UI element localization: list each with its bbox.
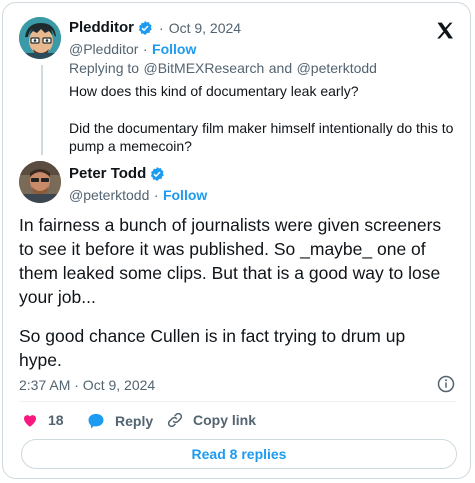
thread-line [41,65,43,155]
read-replies-label: Read 8 replies [191,446,287,462]
parent-text-line1: How does this kind of documentary leak e… [69,83,359,99]
reply-button[interactable]: Reply [86,411,153,431]
main-text-p1-l1: In fairness a bunch of journalists were … [19,215,442,235]
tweet-card: Pledditor · Oct 9, 2024 @Pledditor · Fol… [2,2,471,479]
x-logo-icon[interactable] [435,21,455,41]
peter-todd-avatar[interactable] [19,161,61,203]
verified-badge-icon [151,166,165,181]
main-handle[interactable]: @peterktodd [69,187,149,203]
like-count: 18 [48,412,64,428]
like-button[interactable]: 18 [21,411,64,429]
reply-label: Reply [115,413,154,429]
separator-dot: · [142,41,148,57]
separator-dot: · [159,19,164,36]
parent-header: Pledditor · Oct 9, 2024 [69,19,241,36]
verified-badge-icon [138,20,152,35]
parent-author-name[interactable]: Pledditor [69,19,134,36]
pledditor-avatar[interactable] [19,17,61,59]
parent-text-line3: pump a memecoin? [69,138,192,154]
replying-prefix: Replying to [69,60,140,76]
main-text-p2-l1: So good chance Cullen is in fact trying … [19,326,406,346]
main-text-p1-l2: to see it before it was published. So _m… [19,239,426,259]
replying-and: and [268,60,293,76]
heart-icon [24,415,36,427]
parent-date[interactable]: Oct 9, 2024 [169,20,241,36]
link-icon [167,412,183,428]
separator-dot: · [153,187,159,203]
parent-text-line2: Did the documentary film maker himself i… [69,120,454,136]
reply-to-mention-1[interactable]: @BitMEXResearch [144,60,265,76]
main-text-p2-l2: hype. [19,350,62,370]
copy-link-label: Copy link [193,412,257,428]
info-icon[interactable] [437,375,455,393]
main-text-p1-l4: your job... [19,287,96,307]
read-replies-button[interactable]: Read 8 replies [21,439,457,469]
parent-handle[interactable]: @Pledditor [69,41,138,57]
parent-handle-line: @Pledditor · Follow [69,41,196,59]
parent-follow-button[interactable]: Follow [152,41,196,57]
reply-bubble-icon [88,413,104,429]
main-header: Peter Todd [69,165,165,182]
peter-todd-avatar-art [19,161,61,203]
divider [19,401,456,402]
main-follow-button[interactable]: Follow [163,187,207,203]
reply-to-mention-2[interactable]: @peterktodd [297,60,377,76]
copy-link-button[interactable]: Copy link [166,411,256,429]
replying-to-line: Replying to @BitMEXResearch and @peterkt… [69,60,377,78]
main-text-p1-l3: them leaked some clips. But that is a go… [19,263,441,283]
main-handle-line: @peterktodd · Follow [69,187,207,205]
main-author-name[interactable]: Peter Todd [69,165,146,182]
main-timestamp[interactable]: 2:37 AM · Oct 9, 2024 [19,377,155,393]
pledditor-avatar-art [19,17,61,59]
